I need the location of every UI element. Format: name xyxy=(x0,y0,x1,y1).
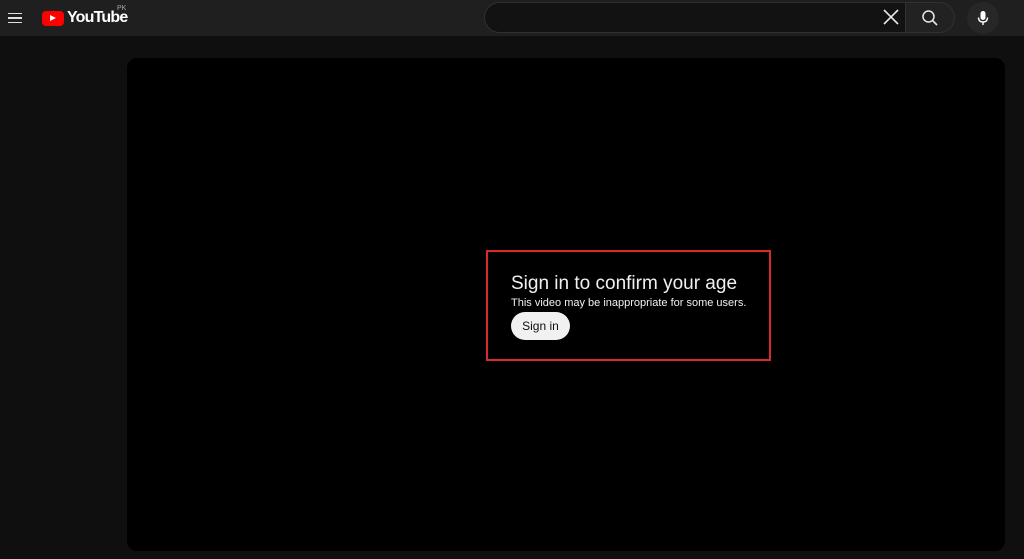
country-code: PK xyxy=(117,5,127,12)
menu-line xyxy=(8,17,22,19)
age-gate-subtitle: This video may be inappropriate for some… xyxy=(511,297,747,309)
hamburger-menu-icon[interactable] xyxy=(4,7,26,29)
youtube-play-icon xyxy=(42,10,64,26)
top-bar: YouTube PK xyxy=(0,0,1024,36)
close-icon[interactable] xyxy=(880,6,902,28)
microphone-icon xyxy=(977,11,989,25)
voice-search-button[interactable] xyxy=(967,2,999,34)
menu-line xyxy=(8,12,22,15)
search-box xyxy=(484,2,955,33)
search-icon xyxy=(922,9,938,26)
menu-line xyxy=(8,21,22,24)
youtube-logo[interactable]: YouTube xyxy=(42,8,128,28)
age-gate-title: Sign in to confirm your age xyxy=(511,273,738,294)
age-gate-dialog: Sign in to confirm your age This video m… xyxy=(486,250,771,361)
search-button[interactable] xyxy=(905,2,955,33)
sign-in-button[interactable]: Sign in xyxy=(511,312,570,340)
search-input[interactable] xyxy=(484,2,905,33)
